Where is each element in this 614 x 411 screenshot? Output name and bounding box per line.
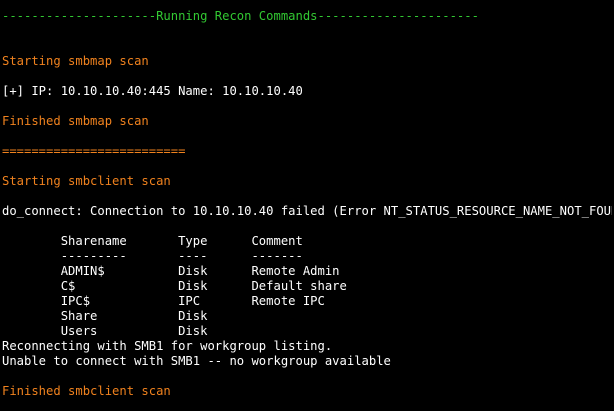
- share-table-row: ADMIN$ Disk Remote Admin: [2, 264, 340, 278]
- connect-error-message: do_connect: Connection to 10.10.10.40 fa…: [2, 204, 612, 218]
- section-separator: =========================: [2, 144, 186, 158]
- share-table-divider: --------- ---- -------: [2, 249, 303, 263]
- terminal-output: ---------------------Running Recon Comma…: [2, 9, 612, 399]
- share-table-row: Users Disk: [2, 324, 208, 338]
- share-table-row: Share Disk: [2, 309, 208, 323]
- smb1-reconnect-message: Reconnecting with SMB1 for workgroup lis…: [2, 339, 333, 353]
- smbmap-result: [+] IP: 10.10.10.40:445 Name: 10.10.10.4…: [2, 84, 303, 98]
- recon-banner: ---------------------Running Recon Comma…: [2, 9, 479, 23]
- share-table-header: Sharename Type Comment: [2, 234, 303, 248]
- smbmap-start-status: Starting smbmap scan: [2, 54, 149, 68]
- smb1-unable-message: Unable to connect with SMB1 -- no workgr…: [2, 354, 391, 368]
- share-table-row: IPC$ IPC Remote IPC: [2, 294, 325, 308]
- smbmap-finish-status: Finished smbmap scan: [2, 114, 149, 128]
- share-table-row: C$ Disk Default share: [2, 279, 347, 293]
- smbclient-start-status: Starting smbclient scan: [2, 174, 171, 188]
- smbclient-finish-status: Finished smbclient scan: [2, 384, 171, 398]
